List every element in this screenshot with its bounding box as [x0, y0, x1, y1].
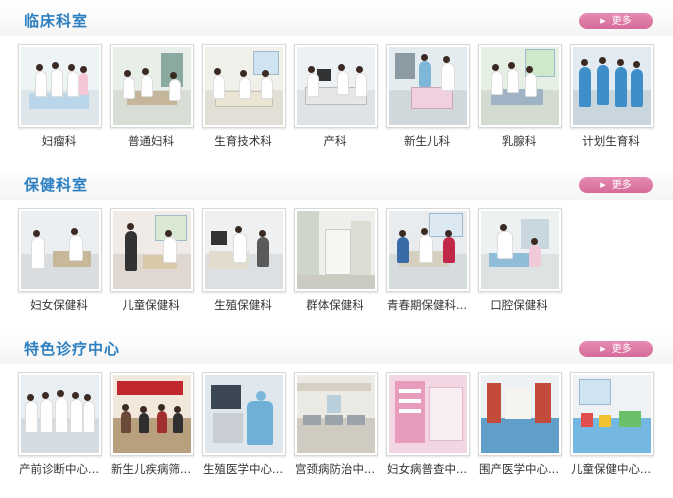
dept-caption[interactable]: 产科	[292, 133, 378, 149]
dept-tile[interactable]: 计划生育科	[568, 44, 654, 149]
dept-photo[interactable]	[294, 208, 378, 292]
dept-caption[interactable]: 新生儿疾病筛...	[108, 461, 194, 477]
dept-photo[interactable]	[478, 44, 562, 128]
section-title: 临床科室	[24, 12, 89, 30]
dept-photo[interactable]	[386, 44, 470, 128]
more-button[interactable]: ▶ 更多	[579, 341, 653, 357]
dept-photo[interactable]	[202, 44, 286, 128]
dept-tile[interactable]: 新生儿疾病筛...	[108, 372, 194, 477]
dept-tile[interactable]: 生殖保健科	[200, 208, 286, 313]
dept-tile[interactable]: 儿童保健中心...	[568, 372, 654, 477]
section-header: 保健科室 ▶ 更多	[0, 168, 673, 200]
section-header: 临床科室 ▶ 更多	[0, 4, 673, 36]
dept-caption[interactable]: 新生儿科	[384, 133, 470, 149]
dept-photo[interactable]	[570, 372, 654, 456]
dept-photo[interactable]	[18, 372, 102, 456]
section-header: 特色诊疗中心 ▶ 更多	[0, 332, 673, 364]
section-title: 保健科室	[24, 176, 89, 194]
dept-tile[interactable]: 妇瘤科	[16, 44, 102, 149]
dept-photo[interactable]	[18, 208, 102, 292]
dept-caption[interactable]: 群体保健科	[292, 297, 378, 313]
dept-photo[interactable]	[386, 208, 470, 292]
more-button[interactable]: ▶ 更多	[579, 177, 653, 193]
more-label: 更多	[611, 344, 632, 355]
dept-photo[interactable]	[478, 208, 562, 292]
dept-photo[interactable]	[202, 208, 286, 292]
tile-list: 妇女保健科 儿童保健科 生殖保健科 群体保健科 青春期保健科... 口腔保健科	[0, 200, 673, 312]
dept-tile[interactable]: 宫颈病防治中...	[292, 372, 378, 477]
dept-caption[interactable]: 儿童保健中心...	[568, 461, 654, 477]
dept-tile[interactable]: 新生儿科	[384, 44, 470, 149]
dept-photo[interactable]	[110, 372, 194, 456]
dept-tile[interactable]: 口腔保健科	[476, 208, 562, 313]
dept-tile[interactable]: 乳腺科	[476, 44, 562, 149]
dept-tile[interactable]: 群体保健科	[292, 208, 378, 313]
play-triangle-icon: ▶	[600, 345, 606, 353]
dept-photo[interactable]	[294, 372, 378, 456]
dept-tile[interactable]: 儿童保健科	[108, 208, 194, 313]
dept-caption[interactable]: 普通妇科	[108, 133, 194, 149]
play-triangle-icon: ▶	[600, 181, 606, 189]
dept-caption[interactable]: 妇女病普查中...	[384, 461, 470, 477]
dept-photo[interactable]	[294, 44, 378, 128]
dept-tile[interactable]: 生殖医学中心...	[200, 372, 286, 477]
more-label: 更多	[611, 180, 632, 191]
dept-photo[interactable]	[18, 44, 102, 128]
dept-tile[interactable]: 生育技术科	[200, 44, 286, 149]
dept-caption[interactable]: 乳腺科	[476, 133, 562, 149]
dept-photo[interactable]	[110, 208, 194, 292]
dept-photo[interactable]	[570, 44, 654, 128]
dept-caption[interactable]: 生殖保健科	[200, 297, 286, 313]
dept-caption[interactable]: 儿童保健科	[108, 297, 194, 313]
dept-tile[interactable]: 青春期保健科...	[384, 208, 470, 313]
dept-caption[interactable]: 生育技术科	[200, 133, 286, 149]
more-button[interactable]: ▶ 更多	[579, 13, 653, 29]
dept-tile[interactable]: 产前诊断中心...	[16, 372, 102, 477]
dept-caption[interactable]: 围产医学中心...	[476, 461, 562, 477]
dept-caption[interactable]: 生殖医学中心...	[200, 461, 286, 477]
dept-tile[interactable]: 妇女保健科	[16, 208, 102, 313]
dept-tile[interactable]: 普通妇科	[108, 44, 194, 149]
dept-tile[interactable]: 产科	[292, 44, 378, 149]
dept-tile[interactable]: 妇女病普查中...	[384, 372, 470, 477]
dept-caption[interactable]: 宫颈病防治中...	[292, 461, 378, 477]
dept-photo[interactable]	[478, 372, 562, 456]
dept-caption[interactable]: 产前诊断中心...	[16, 461, 102, 477]
dept-caption[interactable]: 计划生育科	[568, 133, 654, 149]
dept-photo[interactable]	[110, 44, 194, 128]
tile-list: 妇瘤科 普通妇科 生育技术科 产科 新生儿科 乳腺科 计划生育科	[0, 36, 673, 148]
dept-caption[interactable]: 青春期保健科...	[384, 297, 470, 313]
section-health: 保健科室 ▶ 更多 妇女保健科 儿童保健科 生殖保健科 群体保健科 青春期保健科…	[0, 168, 673, 312]
dept-photo[interactable]	[202, 372, 286, 456]
section-title: 特色诊疗中心	[24, 340, 121, 358]
tile-list: 产前诊断中心... 新生儿疾病筛... 生殖医学中心... 宫颈病防治中... …	[0, 364, 673, 476]
more-label: 更多	[611, 16, 632, 27]
dept-tile[interactable]: 围产医学中心...	[476, 372, 562, 477]
dept-caption[interactable]: 妇瘤科	[16, 133, 102, 149]
section-clinical: 临床科室 ▶ 更多 妇瘤科 普通妇科 生育技术科 产科 新生儿科 乳腺科 计划生…	[0, 4, 673, 148]
section-special: 特色诊疗中心 ▶ 更多 产前诊断中心... 新生儿疾病筛... 生殖医学中心..…	[0, 332, 673, 476]
play-triangle-icon: ▶	[600, 17, 606, 25]
dept-caption[interactable]: 妇女保健科	[16, 297, 102, 313]
dept-photo[interactable]	[386, 372, 470, 456]
dept-caption[interactable]: 口腔保健科	[476, 297, 562, 313]
